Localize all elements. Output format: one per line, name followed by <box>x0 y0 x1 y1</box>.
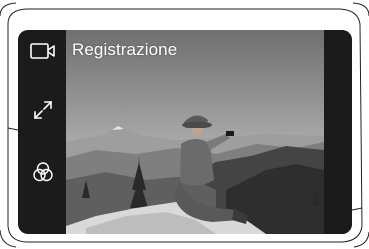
right-side-panel <box>324 30 352 234</box>
camera-preview[interactable] <box>66 30 324 234</box>
preview-photo <box>66 30 324 234</box>
color-filter-icon[interactable] <box>30 159 56 185</box>
video-camera-icon[interactable] <box>30 38 56 64</box>
left-control-bar <box>18 30 66 234</box>
expand-icon[interactable] <box>30 97 56 123</box>
recording-mode-label: Registrazione <box>72 40 178 59</box>
